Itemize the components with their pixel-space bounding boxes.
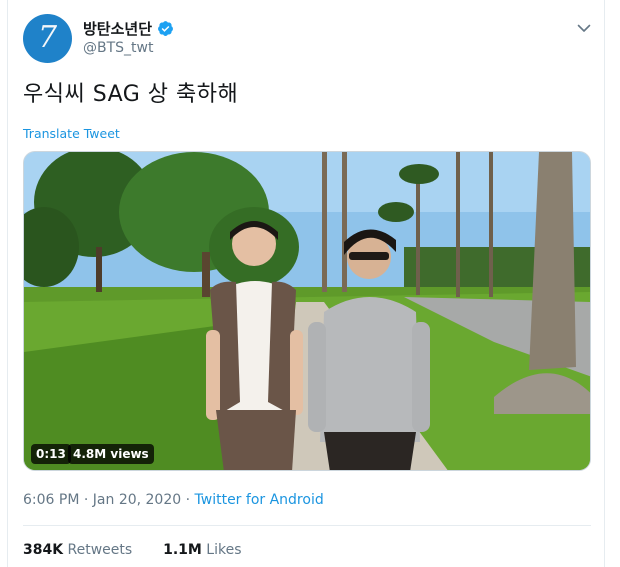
verified-badge-icon xyxy=(158,21,173,36)
likes-count: 1.1M xyxy=(163,542,202,558)
retweets-stat[interactable]: 384K Retweets xyxy=(23,542,137,558)
retweets-label: Retweets xyxy=(67,542,133,558)
meta-separator: · xyxy=(185,492,191,508)
tweet-text: 우식씨 SAG 상 축하해 xyxy=(23,82,239,107)
avatar-glyph: 7 xyxy=(37,19,58,55)
video-frame xyxy=(24,152,590,470)
tweet-date[interactable]: Jan 20, 2020 xyxy=(93,492,181,508)
translate-tweet-link[interactable]: Translate Tweet xyxy=(23,126,120,141)
video-duration-badge: 0:13 xyxy=(31,444,71,464)
tweet-stats: 384K Retweets 1.1M Likes xyxy=(23,542,242,558)
user-handle[interactable]: @BTS_twt xyxy=(83,40,153,56)
tweet-source-link[interactable]: Twitter for Android xyxy=(195,492,324,508)
tweet-meta: 6:06 PM · Jan 20, 2020 · Twitter for And… xyxy=(23,492,324,508)
tweet-time[interactable]: 6:06 PM xyxy=(23,492,79,508)
video-views-badge: 4.8M views xyxy=(68,444,154,464)
video-player[interactable] xyxy=(23,151,591,471)
meta-separator: · xyxy=(83,492,89,508)
chevron-down-icon[interactable] xyxy=(576,20,592,36)
display-name[interactable]: 방탄소년단 xyxy=(83,18,152,39)
divider xyxy=(23,525,591,526)
retweets-count: 384K xyxy=(23,542,64,558)
author-name-row[interactable]: 방탄소년단 xyxy=(83,18,174,39)
avatar[interactable]: 7 xyxy=(23,14,72,63)
likes-stat[interactable]: 1.1M Likes xyxy=(163,542,241,558)
likes-label: Likes xyxy=(206,542,242,558)
